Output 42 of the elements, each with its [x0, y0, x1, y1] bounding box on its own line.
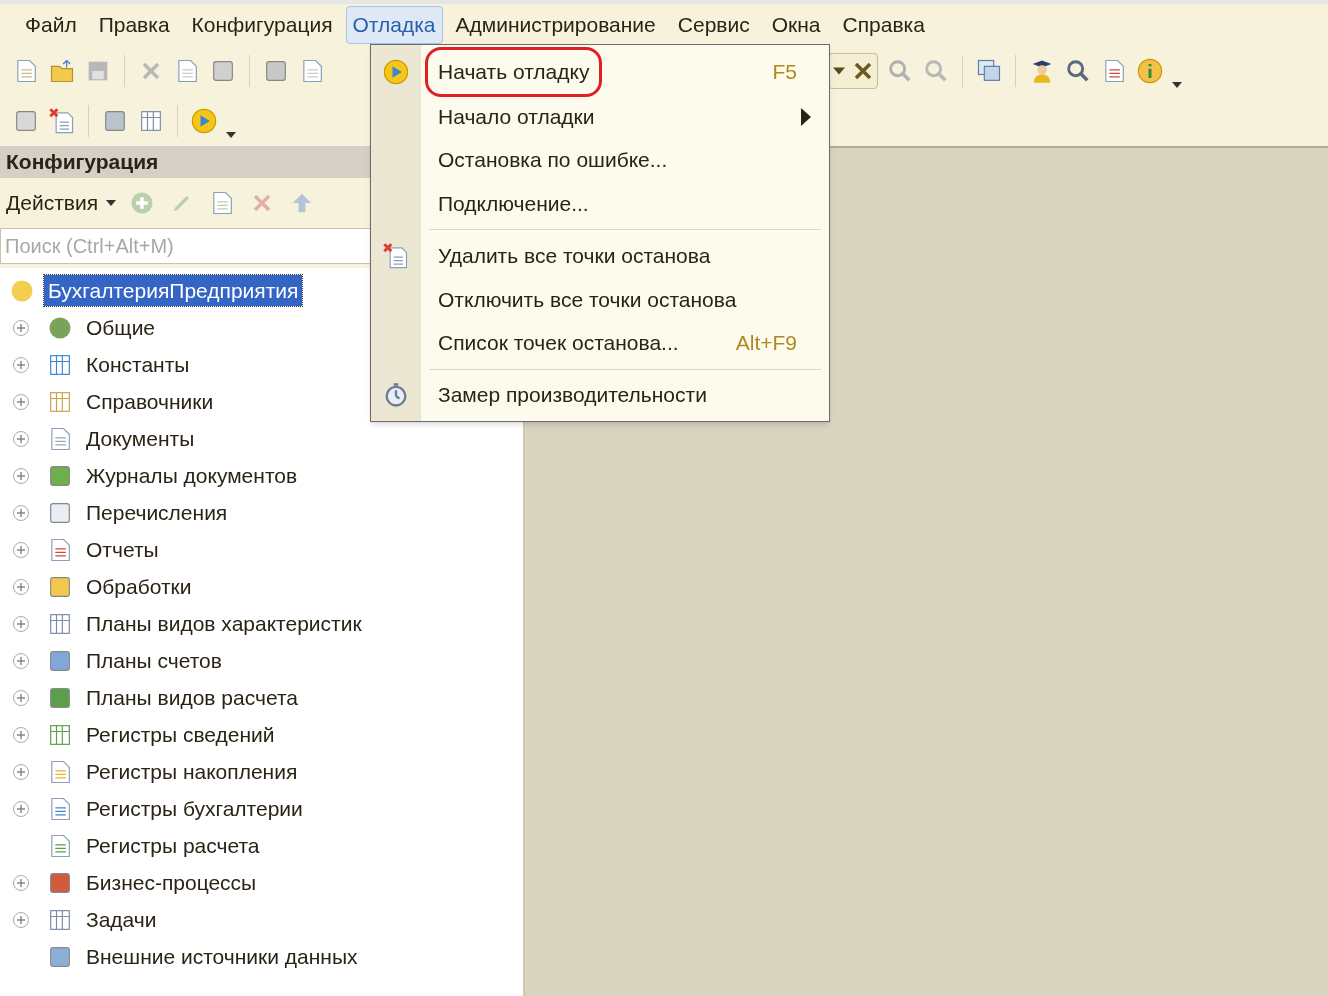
menu-item[interactable]: Сервис — [668, 6, 759, 44]
menu-item[interactable]: Окна — [762, 6, 830, 44]
option-label: Список точек останова... — [438, 330, 679, 357]
tree-item[interactable]: Перечисления — [86, 496, 228, 529]
tree-item[interactable]: Общие — [86, 311, 156, 344]
tree-item[interactable]: Внешние источники данных — [86, 940, 358, 973]
tree-root[interactable]: БухгалтерияПредприятия — [44, 274, 303, 307]
tree-item[interactable]: Справочники — [86, 385, 214, 418]
tree-item[interactable]: Бизнес-процессы — [86, 866, 257, 899]
menu-item[interactable]: Правка — [89, 6, 179, 44]
option-label: Начало отладки — [438, 103, 595, 130]
tree-item[interactable]: Регистры расчета — [86, 829, 260, 862]
tree-item[interactable]: Документы — [86, 422, 195, 455]
menu-item[interactable]: Отладка — [345, 6, 443, 44]
tree-item[interactable]: Задачи — [86, 903, 157, 936]
tree-item[interactable]: Регистры сведений — [86, 718, 275, 751]
tree-item[interactable]: Отчеты — [86, 533, 159, 566]
tree-item[interactable]: Журналы документов — [86, 459, 298, 492]
actions-menu[interactable]: Действия — [6, 187, 116, 219]
option-label: Подключение... — [438, 190, 589, 217]
shortcut-label: Alt+F9 — [735, 330, 797, 357]
tree-item[interactable]: Планы видов характеристик — [86, 607, 362, 640]
menu-item[interactable]: Администрирование — [446, 6, 665, 44]
menu-option[interactable]: Отключить все точки останова — [371, 277, 829, 322]
option-label: Замер производительности — [438, 382, 707, 409]
tree-item[interactable]: Регистры накопления — [86, 755, 298, 788]
menu-item[interactable]: Справка — [833, 6, 934, 44]
option-label: Начать отладку — [425, 47, 603, 97]
menu-option[interactable]: Замер производительности — [371, 373, 829, 417]
menu-option[interactable]: Начать отладку F5 — [371, 49, 829, 95]
tree-item[interactable]: Планы счетов — [86, 644, 222, 677]
menu-item[interactable]: Файл — [16, 6, 86, 44]
tree-item[interactable]: Обработки — [86, 570, 192, 603]
menu-item[interactable]: Конфигурация — [182, 6, 342, 44]
menu-option[interactable]: Подключение... — [371, 181, 829, 226]
shortcut-label: F5 — [772, 59, 797, 86]
tree-item[interactable]: Регистры бухгалтерии — [86, 792, 303, 825]
menu-option[interactable]: Начало отладки — [371, 95, 829, 139]
menu-option[interactable]: Список точек останова... Alt+F9 — [371, 321, 829, 365]
tree-item[interactable]: Планы видов расчета — [86, 681, 298, 714]
tree-item[interactable]: Константы — [86, 348, 190, 381]
option-label: Отключить все точки останова — [438, 286, 737, 313]
